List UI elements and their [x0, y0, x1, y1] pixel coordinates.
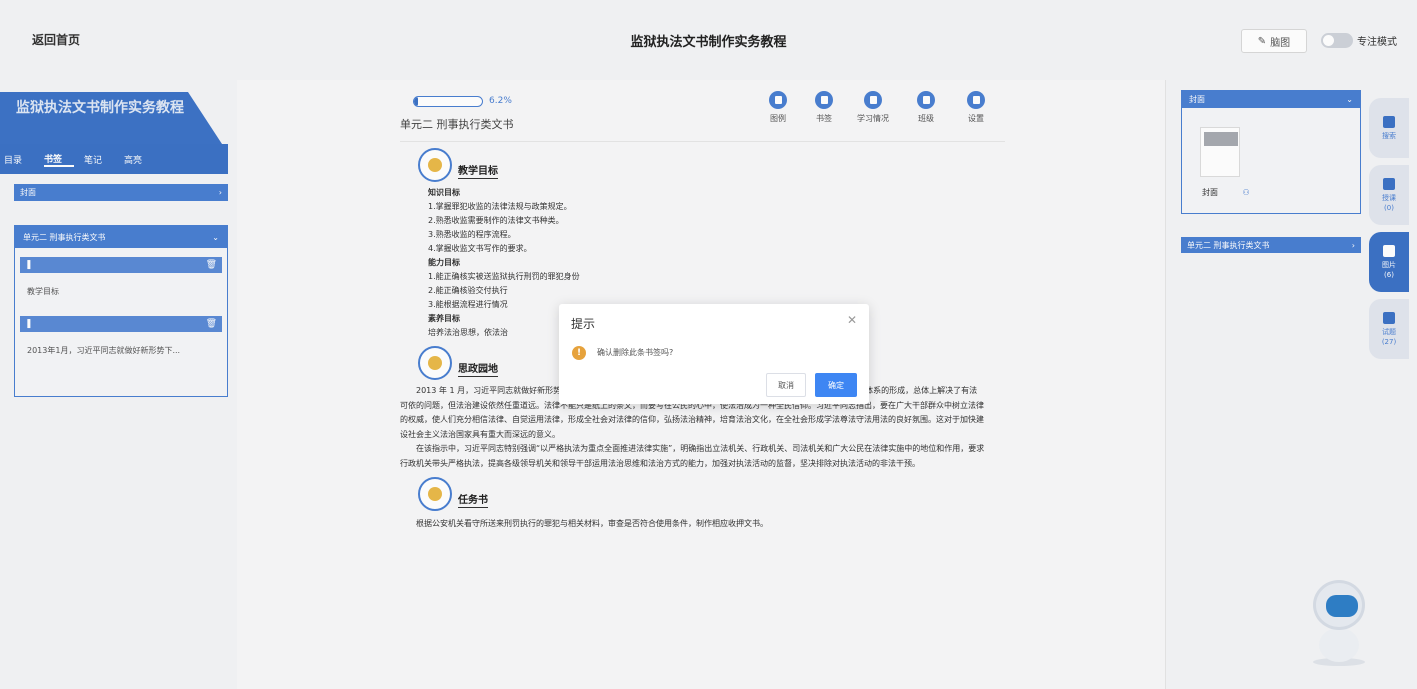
cancel-button[interactable]: 取消: [766, 373, 806, 397]
dialog-message: 确认删除此条书签吗?: [597, 348, 674, 357]
dialog-title: 提示: [571, 317, 596, 331]
confirm-button[interactable]: 确定: [815, 373, 857, 397]
warning-icon: !: [572, 346, 586, 360]
confirm-dialog: 提示 ✕ ! 确认删除此条书签吗? 取消 确定: [559, 304, 869, 404]
close-icon[interactable]: ✕: [847, 313, 857, 327]
